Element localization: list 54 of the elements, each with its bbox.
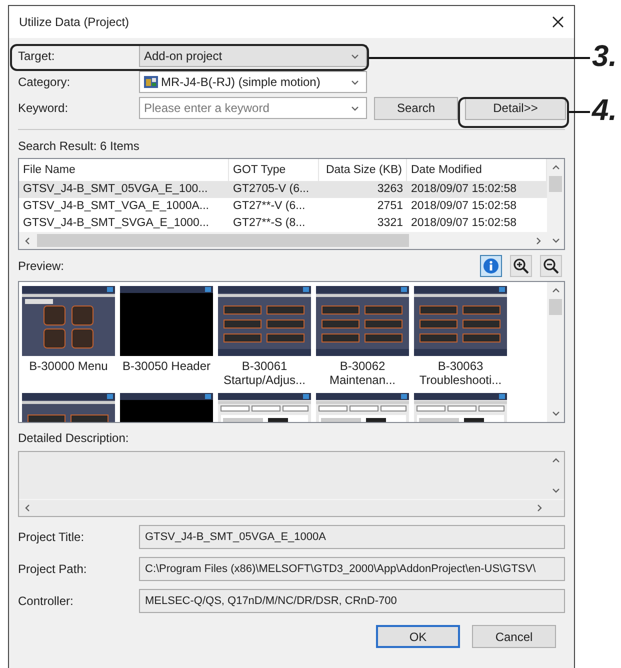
table-cell-text: GT27**-S (8... — [232, 216, 306, 231]
table-cell-text: GTSV_J4-B_SMT_VGA_E_1000A... — [22, 198, 210, 214]
close-icon[interactable] — [552, 16, 564, 28]
info-label: Project Path: — [18, 561, 88, 578]
table-row[interactable]: GTSV_J4-B_SMT_VGA_E_1000A... GT27**-V (6... 2751 2018/09/07 15:02:58 — [19, 198, 547, 215]
info-field: C:\Program Files (x86)\MELSOFT\GTD3_2000\App\AddonProject\en-US\GTSV\ — [139, 557, 565, 581]
table-cell-text: GT2705-V (6... — [232, 182, 310, 197]
info-label: Controller: — [18, 593, 74, 610]
category-dropdown[interactable]: MR-J4-B(-RJ) (simple motion) — [139, 71, 367, 93]
info-icon — [483, 258, 499, 274]
leader-line — [569, 111, 590, 113]
device-icon — [144, 75, 158, 89]
table-row[interactable]: GTSV_J4-B_SMT_05VGA_E_100... GT2705-V (6... 3263 2018/09/07 15:02:58 — [19, 181, 547, 198]
thumbnail-caption[interactable]: B-30000 Menu — [22, 356, 115, 390]
zoom-out-button[interactable] — [540, 255, 562, 277]
window-title: Utilize Data (Project) — [19, 14, 130, 31]
info-label: Project Title: — [18, 529, 86, 546]
step-number: 4. — [592, 96, 618, 126]
search-button[interactable]: Search — [374, 96, 458, 120]
scrollbar-thumb[interactable] — [37, 234, 409, 247]
zoom-out-icon — [543, 258, 559, 274]
zoom-in-icon — [513, 258, 529, 274]
zoom-in-button[interactable] — [510, 255, 532, 277]
table-cell-text: GTSV_J4-B_SMT_05VGA_E_100... — [22, 182, 209, 197]
thumbnail-caption[interactable]: B-30063 Troubleshooti... — [414, 356, 507, 390]
ok-button[interactable]: OK — [376, 625, 460, 648]
field-label: Target: — [18, 48, 56, 65]
field-label: Keyword: — [18, 100, 70, 117]
thumbnail-caption[interactable]: B-30062 Maintenan... — [316, 356, 409, 390]
thumbnail-caption[interactable]: B-30061 Startup/Adjus... — [218, 356, 311, 390]
info-field: GTSV_J4-B_SMT_05VGA_E_1000A — [139, 525, 565, 549]
table-row[interactable]: GTSV_J4-B_SMT_SVGA_E_1000... GT27**-S (8... 3321 2018/09/07 15:02:58 — [19, 215, 547, 232]
info-field: MELSEC-Q/QS, Q17nD/M/NC/DR/DSR, CRnD-700 — [139, 589, 565, 613]
table-cell-text: 2018/09/07 15:02:58 — [410, 198, 518, 214]
preview-label: Preview: — [18, 258, 66, 275]
table-cell-text: 2018/09/07 15:02:58 — [410, 182, 518, 197]
table-cell-text: 2751 — [376, 198, 404, 214]
scrollbar-thumb[interactable] — [549, 176, 562, 192]
field-label: Category: — [18, 74, 72, 91]
description-label: Detailed Description: — [18, 431, 129, 445]
detail-button[interactable]: Detail>> — [465, 96, 566, 120]
info-button[interactable] — [480, 255, 502, 277]
step-number: 3. — [592, 42, 618, 72]
result-count: Search Result: 6 Items — [18, 139, 140, 153]
cancel-button[interactable]: Cancel — [472, 625, 556, 648]
target-dropdown[interactable]: Add-on project — [139, 45, 367, 67]
table-cell-text: GT27**-V (6... — [232, 198, 306, 214]
table-cell-text: 3321 — [376, 216, 404, 231]
table-cell-text: 3263 — [376, 182, 404, 197]
table-cell-text: 2018/09/07 15:02:58 — [410, 216, 518, 231]
table-cell-text: GTSV_J4-B_SMT_SVGA_E_1000... — [22, 216, 210, 231]
thumbnail-caption[interactable]: B-30050 Header — [120, 356, 213, 390]
scrollbar-thumb[interactable] — [549, 299, 562, 315]
keyword-field[interactable]: Please enter a keyword — [139, 97, 367, 119]
